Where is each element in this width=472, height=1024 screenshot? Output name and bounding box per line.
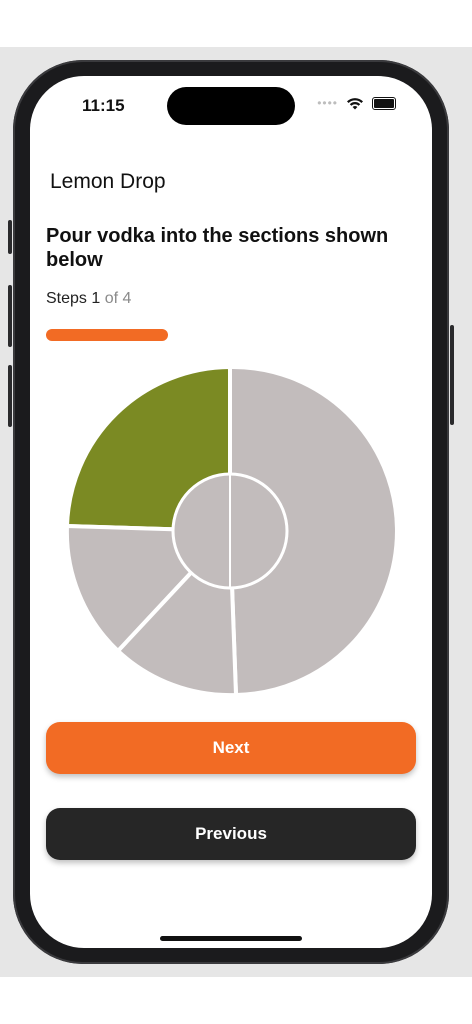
home-indicator bbox=[160, 936, 302, 941]
action-button bbox=[8, 220, 12, 254]
progress-bar bbox=[46, 329, 416, 341]
signal-dots-icon: •••• bbox=[317, 96, 338, 110]
drink-title: Lemon Drop bbox=[50, 170, 166, 193]
volume-down-button bbox=[8, 365, 12, 427]
previous-button[interactable]: Previous bbox=[46, 808, 416, 860]
instruction-heading: Pour vodka into the sections shown below bbox=[46, 225, 389, 271]
status-time: 11:15 bbox=[82, 96, 125, 115]
battery-icon bbox=[372, 96, 396, 110]
steps-label: Steps bbox=[46, 290, 87, 307]
app-screen: 11:15 •••• Lemon Drop Pour vodka into th… bbox=[30, 76, 432, 948]
wifi-icon bbox=[347, 98, 363, 110]
total-steps: of 4 bbox=[104, 290, 132, 307]
power-button bbox=[450, 325, 454, 425]
progress-fill bbox=[46, 329, 169, 341]
volume-up-button bbox=[8, 285, 12, 347]
step-counter: Steps 1 of 4 bbox=[46, 290, 131, 308]
status-icons: •••• bbox=[317, 96, 396, 110]
dynamic-island bbox=[167, 87, 295, 125]
current-step: 1 bbox=[91, 290, 101, 307]
pour-sections-diagram bbox=[64, 364, 400, 698]
next-button[interactable]: Next bbox=[46, 722, 416, 774]
